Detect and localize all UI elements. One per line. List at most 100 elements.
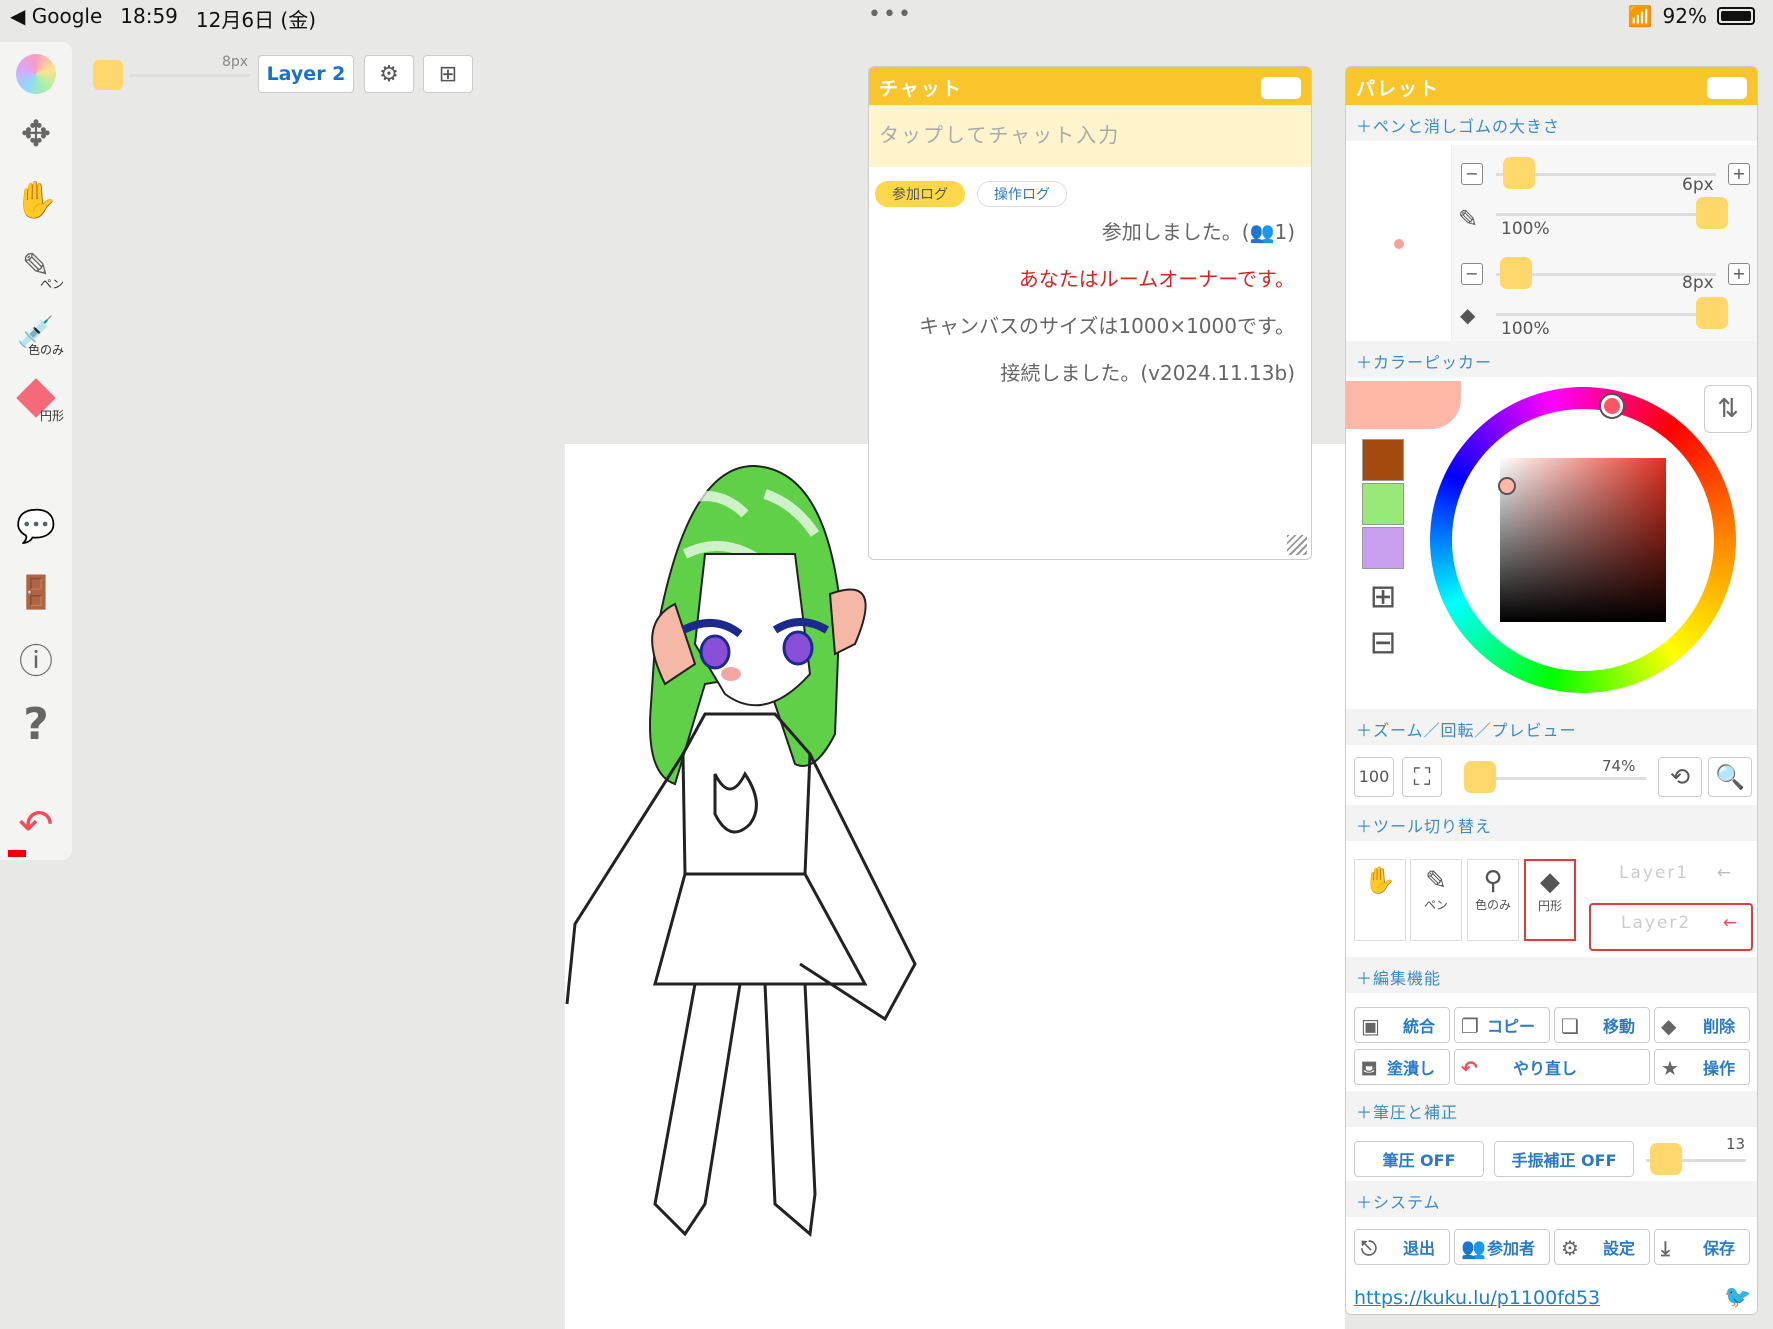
eraser-settings-button[interactable]: ⚙ [364,55,414,93]
twitter-icon[interactable]: 🐦 [1724,1285,1751,1310]
multitask-dots-icon[interactable]: ••• [868,2,913,27]
color-swatch-green[interactable] [1362,483,1404,525]
section-tool-switch[interactable]: ＋ツール切り替え [1346,805,1757,841]
back-to-google[interactable]: ◀ Google [10,4,102,33]
current-color-tab[interactable] [1346,381,1461,429]
fit-screen-icon: ⛶ [1413,763,1431,791]
tool-hand-cell[interactable]: ✋ [1354,859,1406,941]
transform-button[interactable]: ⊞ [423,55,473,93]
info-button[interactable]: ⓘ [8,630,64,686]
redo-button[interactable]: ↶ やり直し [1454,1049,1650,1085]
room-url-link[interactable]: https://kuku.lu/p1100fd53 [1354,1287,1600,1309]
layer-button[interactable]: Layer 2 [258,55,354,93]
hue-marker[interactable] [1601,395,1623,417]
merge-button[interactable]: ▣ 統合 [1354,1007,1450,1043]
app-root: ◀ Google 18:59 12月6日 (金) ••• 📶 92% ✥ ✋ ✎… [0,0,1773,1329]
pen-opacity-value: 100% [1501,219,1550,239]
move-label: 移動 [1602,1017,1635,1036]
zoom-reset-button[interactable]: 100 [1354,757,1394,797]
leave-button[interactable]: ⎋ 退出 [1354,1229,1450,1265]
eyedropper-tool-button[interactable]: 💉 色のみ [8,304,64,360]
actions-button[interactable]: ★ 操作 [1654,1049,1750,1085]
zoom-knob[interactable] [1464,761,1496,793]
pen-opacity-slider[interactable] [1496,213,1716,216]
merge-label: 統合 [1402,1017,1435,1036]
section-pressure[interactable]: ＋筆圧と補正 [1346,1091,1757,1127]
eraser-size-plus-button[interactable]: + [1728,263,1750,285]
chat-minimize-button[interactable] [1261,77,1301,99]
undo-button[interactable]: ↶ [8,796,64,852]
pen-size-knob[interactable] [1503,157,1535,189]
section-zoom[interactable]: ＋ズーム／回転／プレビュー [1346,709,1757,745]
color-wheel-icon [16,54,56,94]
pen-size-plus-button[interactable]: + [1728,163,1750,185]
status-bar: ◀ Google 18:59 12月6日 (金) ••• 📶 92% [0,0,1773,34]
participants-label: 参加者 [1486,1239,1535,1258]
chat-input[interactable]: タップしてチャット入力 [869,105,1311,167]
eraser-tool-button[interactable]: 円形 [8,370,64,426]
section-color-picker[interactable]: ＋カラーピッカー [1346,341,1757,377]
tool-pen-label: ペン [1423,898,1448,912]
tab-operation-log[interactable]: 操作ログ [977,181,1067,207]
layer-row-1[interactable]: Layer1 ← [1589,855,1749,895]
fit-screen-button[interactable]: ⛶ [1402,757,1442,797]
exit-door-icon: ⎋ [1361,1236,1377,1260]
drawing-canvas[interactable] [565,444,1345,1329]
eyedropper-tool-label: 色のみ [27,343,64,357]
delete-button[interactable]: ◆ 削除 [1654,1007,1750,1043]
color-swatch-brown[interactable] [1362,439,1404,481]
help-button[interactable]: ? [8,696,64,752]
pressure-toggle[interactable]: 筆圧 OFF [1354,1141,1484,1177]
participants-button[interactable]: 👥 参加者 [1454,1229,1550,1265]
exit-button[interactable]: 🚪 [8,564,64,620]
bucket-icon: ⛾ [1361,1056,1378,1080]
copy-button[interactable]: ❐ コピー [1454,1007,1550,1043]
eraser-opacity-slider[interactable] [1496,313,1716,316]
magnifier-icon: 🔍 [1715,763,1745,791]
eraser-size-knob[interactable] [1500,257,1532,289]
chat-toggle-button[interactable]: 💬 [8,498,64,554]
tool-eyedropper-cell[interactable]: ⚲ 色のみ [1467,859,1519,941]
pen-opacity-knob[interactable] [1696,197,1728,229]
stabilizer-knob[interactable] [1650,1143,1682,1175]
color-swatch-purple[interactable] [1362,527,1404,569]
settings-button[interactable]: ⚙ 設定 [1554,1229,1650,1265]
section-pen-size[interactable]: ＋ペンと消しゴムの大きさ [1346,105,1757,141]
saturation-value-square[interactable] [1500,458,1666,622]
pencil-icon: ✎ [1458,205,1479,233]
chat-message: 接続しました。(v2024.11.13b) [1000,361,1295,385]
eraser-opacity-knob[interactable] [1696,297,1728,329]
stabilizer-toggle[interactable]: 手振補正 OFF [1494,1141,1634,1177]
palette-minimize-button[interactable] [1707,77,1747,99]
eraser-size-minus-button[interactable]: − [1461,263,1483,285]
save-button[interactable]: ⤓ 保存 [1654,1229,1750,1265]
battery-percent: 92% [1662,4,1707,28]
rotate-reset-button[interactable]: ⟲ [1658,757,1702,797]
move-tool-button[interactable]: ✥ [8,106,64,162]
sv-marker[interactable] [1498,477,1516,495]
fill-label: 塗潰し [1386,1059,1435,1078]
section-system[interactable]: ＋システム [1346,1181,1757,1217]
pen-tool-button[interactable]: ✎ ペン [8,238,64,294]
add-swatch-icon[interactable]: ⊞ [1362,577,1404,617]
hand-tool-button[interactable]: ✋ [8,172,64,228]
move-button[interactable]: ❏ 移動 [1554,1007,1650,1043]
eraser-size-value: 8px [1682,273,1714,293]
palette-panel: パレット ＋ペンと消しゴムの大きさ − + 6px ✎ 100% − + 8px… [1345,66,1758,1315]
picker-mode-button[interactable]: ⇅ [1704,385,1752,433]
resize-handle-icon[interactable] [1287,535,1307,555]
color-wheel-button[interactable] [8,46,64,102]
tool-eraser-cell[interactable]: ◆ 円形 [1524,859,1576,941]
preview-button[interactable]: 🔍 [1708,757,1752,797]
fill-button[interactable]: ⛾ 塗潰し [1354,1049,1450,1085]
tab-join-log[interactable]: 参加ログ [875,181,965,207]
zoom-reset-label: 100 [1358,767,1390,786]
section-edit[interactable]: ＋編集機能 [1346,957,1757,993]
pen-size-minus-button[interactable]: − [1461,163,1483,185]
settings-label: 設定 [1602,1239,1635,1258]
layer-row-2[interactable]: Layer2 ← [1589,903,1753,951]
tool-pen-cell[interactable]: ✎ ペン [1410,859,1462,941]
swap-swatch-icon[interactable]: ⊟ [1362,623,1404,663]
current-color-swatch[interactable] [93,60,123,90]
size-slider-track[interactable] [130,74,250,77]
